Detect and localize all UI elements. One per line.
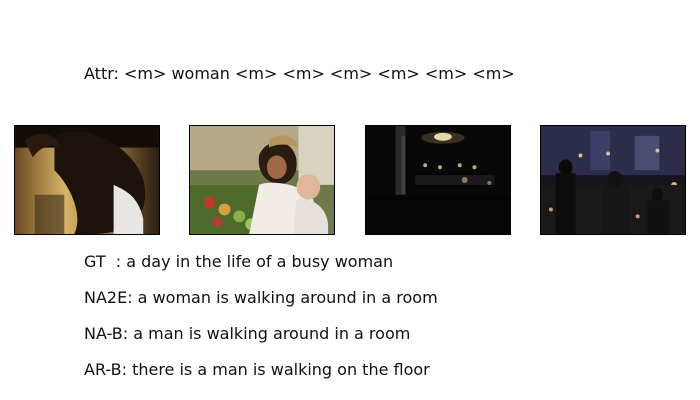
video-frame-1	[14, 125, 160, 235]
video-frame-4	[540, 125, 686, 235]
dark-party-crowd-photo	[541, 126, 685, 234]
video-frame-3	[365, 125, 511, 235]
woman-with-baby-market-photo	[190, 126, 334, 234]
caption-na2e: NA2E: a woman is walking around in a roo…	[84, 288, 438, 307]
caption-ar-b: AR-B: there is a man is walking on the f…	[84, 360, 430, 379]
attribute-line: Attr: <m> woman <m> <m> <m> <m> <m> <m>	[84, 64, 515, 83]
caption-ground-truth: GT : a day in the life of a busy woman	[84, 252, 394, 271]
video-frame-2	[189, 125, 335, 235]
person-closeup-photo	[15, 126, 159, 234]
caption-na-b: NA-B: a man is walking around in a room	[84, 324, 411, 343]
dark-ballroom-photo	[366, 126, 510, 234]
